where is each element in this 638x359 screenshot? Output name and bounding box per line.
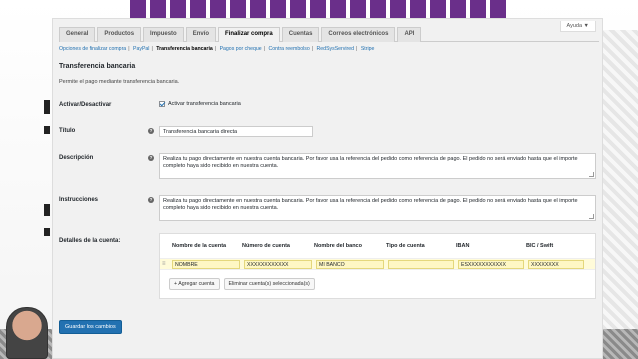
tab-emails[interactable]: Correos electrónicos bbox=[321, 27, 396, 42]
account-type-input[interactable] bbox=[388, 259, 454, 269]
drag-handle-icon[interactable]: ≡ bbox=[162, 261, 170, 267]
save-changes-button[interactable]: Guardar los cambios bbox=[59, 320, 122, 334]
title-input[interactable]: Transferencia bancaria directa bbox=[159, 126, 313, 137]
account-details-table: Nombre de la cuenta Número de cuenta Nom… bbox=[159, 233, 596, 299]
tab-checkout[interactable]: Finalizar compra bbox=[218, 27, 280, 42]
right-decoration bbox=[598, 30, 638, 359]
subnav-cod[interactable]: Contra reembolso bbox=[269, 46, 310, 52]
help-icon[interactable]: ? bbox=[148, 197, 154, 203]
subnav-checkout-options[interactable]: Opciones de finalizar compra bbox=[59, 46, 126, 52]
remove-accounts-button[interactable]: Eliminar cuenta(s) seleccionada(s) bbox=[223, 278, 315, 290]
header-decoration bbox=[130, 0, 506, 20]
tab-products[interactable]: Productos bbox=[97, 27, 142, 42]
tab-shipping[interactable]: Envío bbox=[185, 27, 217, 42]
presenter-avatar bbox=[6, 307, 48, 359]
enable-checkbox-label[interactable]: Activar transferencia bancaria bbox=[168, 101, 241, 107]
add-account-button[interactable]: + Agregar cuenta bbox=[169, 278, 220, 290]
table-actions: + Agregar cuenta Eliminar cuenta(s) sele… bbox=[169, 278, 595, 290]
column-header: IBAN bbox=[456, 243, 470, 249]
iban-input[interactable]: ESXXXXXXXXXXX bbox=[458, 259, 524, 269]
help-icon[interactable]: ? bbox=[148, 155, 154, 161]
tab-accounts[interactable]: Cuentas bbox=[281, 27, 320, 42]
account-name-input[interactable]: NOMBRE bbox=[172, 259, 240, 269]
help-icon[interactable]: ? bbox=[148, 128, 154, 134]
subnav-cheque[interactable]: Pagos por cheque bbox=[220, 46, 262, 52]
left-decoration bbox=[44, 126, 50, 134]
column-header: Nombre del banco bbox=[314, 243, 362, 249]
column-header: Tipo de cuenta bbox=[386, 243, 425, 249]
description-textarea[interactable]: Realiza tu pago directamente en nuestra … bbox=[159, 153, 596, 179]
left-decoration bbox=[44, 100, 50, 114]
left-decoration bbox=[44, 204, 50, 216]
column-header: Nombre de la cuenta bbox=[172, 243, 227, 249]
account-details-label: Detalles de la cuenta: bbox=[59, 238, 121, 244]
settings-tabs: General Productos Impuesto Envío Finaliz… bbox=[59, 27, 599, 42]
tab-api[interactable]: API bbox=[397, 27, 422, 42]
payment-subnav: Opciones de finalizar compra | PayPal | Tr… bbox=[59, 46, 375, 52]
subnav-stripe[interactable]: Stripe bbox=[361, 46, 375, 52]
subnav-bank-transfer[interactable]: Transferencia bancaria bbox=[156, 46, 213, 52]
description-label: Descripción bbox=[59, 155, 94, 161]
section-title: Transferencia bancaria bbox=[59, 63, 136, 70]
section-description: Permite el pago mediante transferencia b… bbox=[59, 79, 180, 85]
table-header: Nombre de la cuenta Número de cuenta Nom… bbox=[160, 234, 595, 258]
bank-name-input[interactable]: MI BANCO bbox=[316, 259, 384, 269]
table-row: ≡ NOMBRE XXXXXXXXXXXX MI BANCO ESXXXXXXX… bbox=[160, 258, 595, 270]
instructions-label: Instrucciones bbox=[59, 197, 99, 203]
subnav-paypal[interactable]: PayPal bbox=[133, 46, 149, 52]
enable-label: Activar/Desactivar bbox=[59, 102, 112, 108]
instructions-textarea[interactable]: Realiza tu pago directamente en nuestra … bbox=[159, 195, 596, 221]
tab-general[interactable]: General bbox=[59, 27, 96, 42]
title-label: Título bbox=[59, 128, 76, 134]
tab-tax[interactable]: Impuesto bbox=[143, 27, 184, 42]
enable-checkbox[interactable] bbox=[159, 101, 165, 107]
settings-window: Ayuda ▼ General Productos Impuesto Envío… bbox=[52, 18, 603, 359]
column-header: Número de cuenta bbox=[242, 243, 290, 249]
left-decoration bbox=[44, 228, 50, 236]
bic-swift-input[interactable]: XXXXXXXX bbox=[528, 259, 584, 269]
column-header: BIC / Swift bbox=[526, 243, 554, 249]
subnav-redsys[interactable]: RedSysServired bbox=[317, 46, 354, 52]
account-number-input[interactable]: XXXXXXXXXXXX bbox=[244, 259, 312, 269]
enable-field: Activar transferencia bancaria bbox=[159, 101, 241, 107]
